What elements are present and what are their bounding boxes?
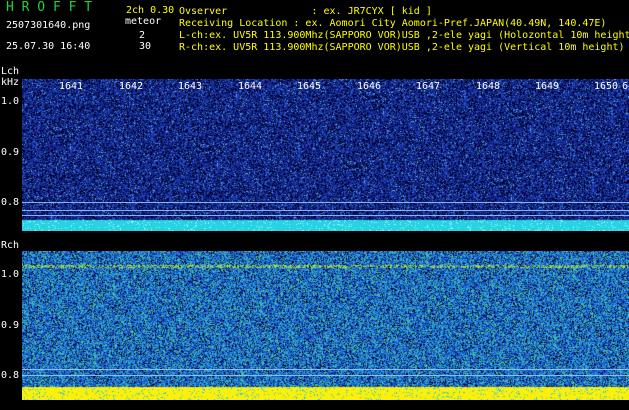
rch-tick-0-8: 0.8 (1, 370, 20, 381)
observer-line: Ovserver : ex. JR7CYX [ kid ] (179, 6, 432, 17)
hour-label: 1648 (476, 81, 501, 92)
lch-unit-label: kHz (1, 77, 20, 88)
mode-label: meteor (125, 16, 162, 27)
hour-label: 1642 (119, 81, 144, 92)
datetime-label: 25.07.30 16:40 (6, 41, 91, 52)
version-label: 2ch 0.30 (126, 5, 175, 16)
lch-tick-1-0: 1.0 (1, 96, 20, 107)
rch-count: 30 (139, 41, 152, 52)
hour-label: 1649 (535, 81, 560, 92)
hour-label: 1644 (238, 81, 263, 92)
lch-config-line: L-ch:ex. UV5R 113.900Mhz(SAPPORO VOR)USB… (179, 30, 629, 41)
lch-gridline (22, 210, 629, 211)
rch-tick-0-9: 0.9 (1, 320, 20, 331)
hour-label: 6 (622, 81, 629, 92)
rch-label: Rch (1, 240, 20, 251)
lch-count: 2 (139, 30, 146, 41)
rch-spectrogram (22, 251, 629, 400)
rch-gridline (22, 369, 629, 370)
hour-label: 1643 (178, 81, 203, 92)
filename-label: 2507301640.png (6, 20, 91, 31)
lch-gridline (22, 215, 629, 216)
hour-label: 1646 (357, 81, 382, 92)
rch-config-line: R-ch:ex. UV5R 113.900Mhz(SAPPORO VOR)USB… (179, 42, 625, 53)
hour-label: 1647 (416, 81, 441, 92)
rch-gridline (22, 375, 629, 376)
lch-gridline (22, 202, 629, 203)
hour-label: 1641 (59, 81, 84, 92)
app-logo: H R O F F T (6, 0, 93, 15)
lch-label: Lch (1, 66, 20, 77)
lch-tick-0-8: 0.8 (1, 197, 20, 208)
rch-tick-1-0: 1.0 (1, 269, 20, 280)
lch-tick-0-9: 0.9 (1, 147, 20, 158)
hour-label: 1650 (594, 81, 619, 92)
hour-label: 1645 (297, 81, 322, 92)
lch-spectrogram (22, 79, 629, 231)
location-line: Receiving Location : ex. Aomori City Aom… (179, 18, 607, 29)
